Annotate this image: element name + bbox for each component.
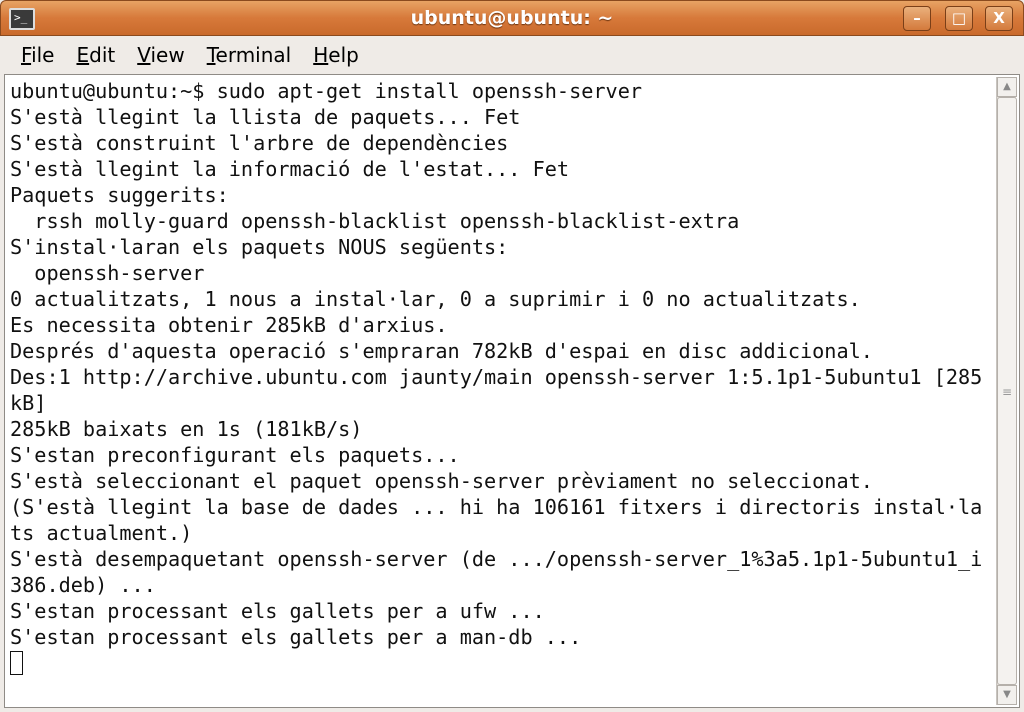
- scrollbar[interactable]: ▲ ≡ ▼: [996, 77, 1017, 705]
- terminal-line: S'instal·laran els paquets NOUS següents…: [10, 235, 509, 259]
- terminal-line: S'està desempaquetant openssh-server (de…: [10, 547, 983, 571]
- terminal-line: S'estan processant els gallets per a man…: [10, 625, 582, 649]
- terminal-line: (S'està llegint la base de dades ... hi …: [10, 495, 983, 519]
- menu-edit[interactable]: Edit: [65, 43, 126, 67]
- terminal-line: S'està llegint la informació de l'estat.…: [10, 157, 570, 181]
- scroll-down-button[interactable]: ▼: [997, 685, 1017, 705]
- terminal-line: Paquets suggerits:: [10, 183, 229, 207]
- terminal-line: S'estan processant els gallets per a ufw…: [10, 599, 545, 623]
- terminal-line: S'està llegint la llista de paquets... F…: [10, 105, 521, 129]
- menu-view[interactable]: View: [126, 43, 195, 67]
- maximize-button[interactable]: □: [945, 6, 973, 31]
- terminal-line: 285kB baixats en 1s (181kB/s): [10, 417, 363, 441]
- terminal-line: ubuntu@ubuntu:~$ sudo apt-get install op…: [10, 79, 643, 103]
- terminal-line: kB]: [10, 391, 47, 415]
- terminal-line: openssh-server: [10, 261, 205, 285]
- terminal-output: ubuntu@ubuntu:~$ sudo apt-get install op…: [10, 78, 982, 676]
- menu-terminal[interactable]: Terminal: [196, 43, 303, 67]
- menu-bar: File Edit View Terminal Help: [0, 36, 1024, 74]
- text-cursor: [10, 651, 23, 675]
- scrollbar-thumb[interactable]: ≡: [997, 97, 1017, 685]
- terminal-line: 0 actualitzats, 1 nous a instal·lar, 0 a…: [10, 287, 861, 311]
- terminal-line: S'està construint l'arbre de dependèncie…: [10, 131, 509, 155]
- terminal-area[interactable]: ubuntu@ubuntu:~$ sudo apt-get install op…: [4, 74, 1020, 708]
- title-bar: >_ ubuntu@ubuntu: ~ – □ X: [0, 0, 1024, 36]
- terminal-line: 386.deb) ...: [10, 573, 156, 597]
- minimize-button[interactable]: –: [903, 6, 931, 31]
- window-title: ubuntu@ubuntu: ~: [410, 7, 614, 29]
- close-button[interactable]: X: [985, 6, 1013, 31]
- terminal-line: S'està seleccionant el paquet openssh-se…: [10, 469, 873, 493]
- terminal-line: Després d'aquesta operació s'empraran 78…: [10, 339, 873, 363]
- scroll-up-button[interactable]: ▲: [997, 77, 1017, 97]
- terminal-line: rssh molly-guard openssh-blacklist opens…: [10, 209, 740, 233]
- terminal-line: S'estan preconfigurant els paquets...: [10, 443, 460, 467]
- terminal-line: Es necessita obtenir 285kB d'arxius.: [10, 313, 448, 337]
- terminal-line: ts actualment.): [10, 521, 193, 545]
- terminal-line: Des:1 http://archive.ubuntu.com jaunty/m…: [10, 365, 983, 389]
- menu-file[interactable]: File: [10, 43, 65, 67]
- menu-help[interactable]: Help: [302, 43, 370, 67]
